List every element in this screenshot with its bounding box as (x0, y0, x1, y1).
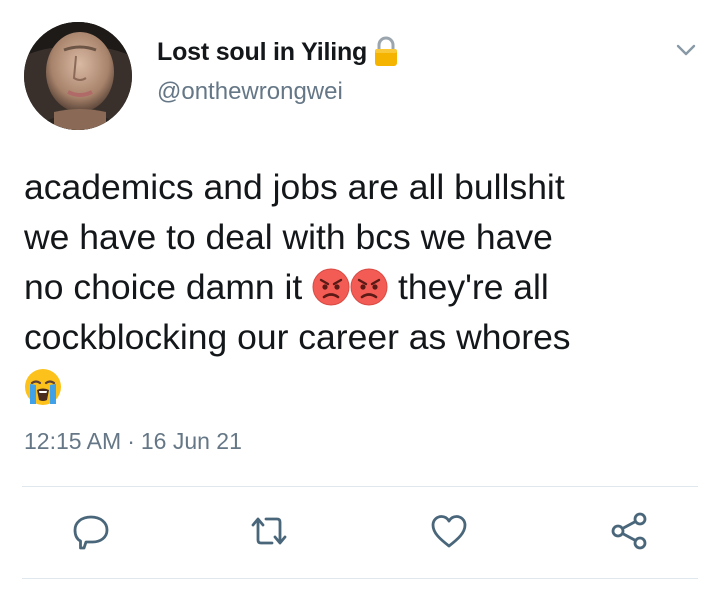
retweet-button[interactable] (248, 510, 290, 552)
tweet-text-line (24, 362, 704, 412)
heart-icon (431, 515, 467, 548)
tweet-text-segment: they're all (398, 267, 549, 307)
crying-face-emoji (24, 368, 62, 406)
tweet-text-segment: no choice damn it (24, 267, 303, 307)
reply-icon (73, 515, 109, 550)
retweet-icon (251, 517, 287, 545)
chevron-down-icon[interactable] (673, 40, 699, 60)
avatar-image (24, 22, 132, 130)
divider (22, 486, 698, 487)
user-handle[interactable]: @onthewrongwei (157, 78, 343, 106)
timestamp[interactable]: 12:15 AM · 16 Jun 21 (24, 428, 242, 455)
share-button[interactable] (608, 510, 650, 552)
tweet-text-line: academics and jobs are all bullshit (24, 167, 565, 207)
tweet-time: 12:15 AM (24, 428, 122, 454)
tweet-text-line: cockblocking our career as whores (24, 317, 571, 357)
angry-face-emoji (312, 268, 350, 306)
tweet-text-line: no choice damn it they're all (24, 262, 704, 312)
timestamp-separator: · (127, 428, 135, 454)
display-name[interactable]: Lost soul in Yiling (157, 38, 367, 67)
display-name-row[interactable]: Lost soul in Yiling (157, 36, 399, 68)
tweet-text-line: we have to deal with bcs we have (24, 217, 553, 257)
avatar[interactable] (24, 22, 132, 130)
share-icon (611, 512, 647, 550)
divider (22, 578, 698, 579)
angry-face-emoji (350, 268, 388, 306)
tweet-card: Lost soul in Yiling @onthewrongwei acade… (0, 0, 720, 592)
like-button[interactable] (428, 510, 470, 552)
tweet-date: 16 Jun 21 (140, 428, 242, 454)
reply-button[interactable] (70, 510, 112, 552)
lock-icon (373, 36, 399, 68)
tweet-text: academics and jobs are all bullshit we h… (24, 162, 704, 412)
